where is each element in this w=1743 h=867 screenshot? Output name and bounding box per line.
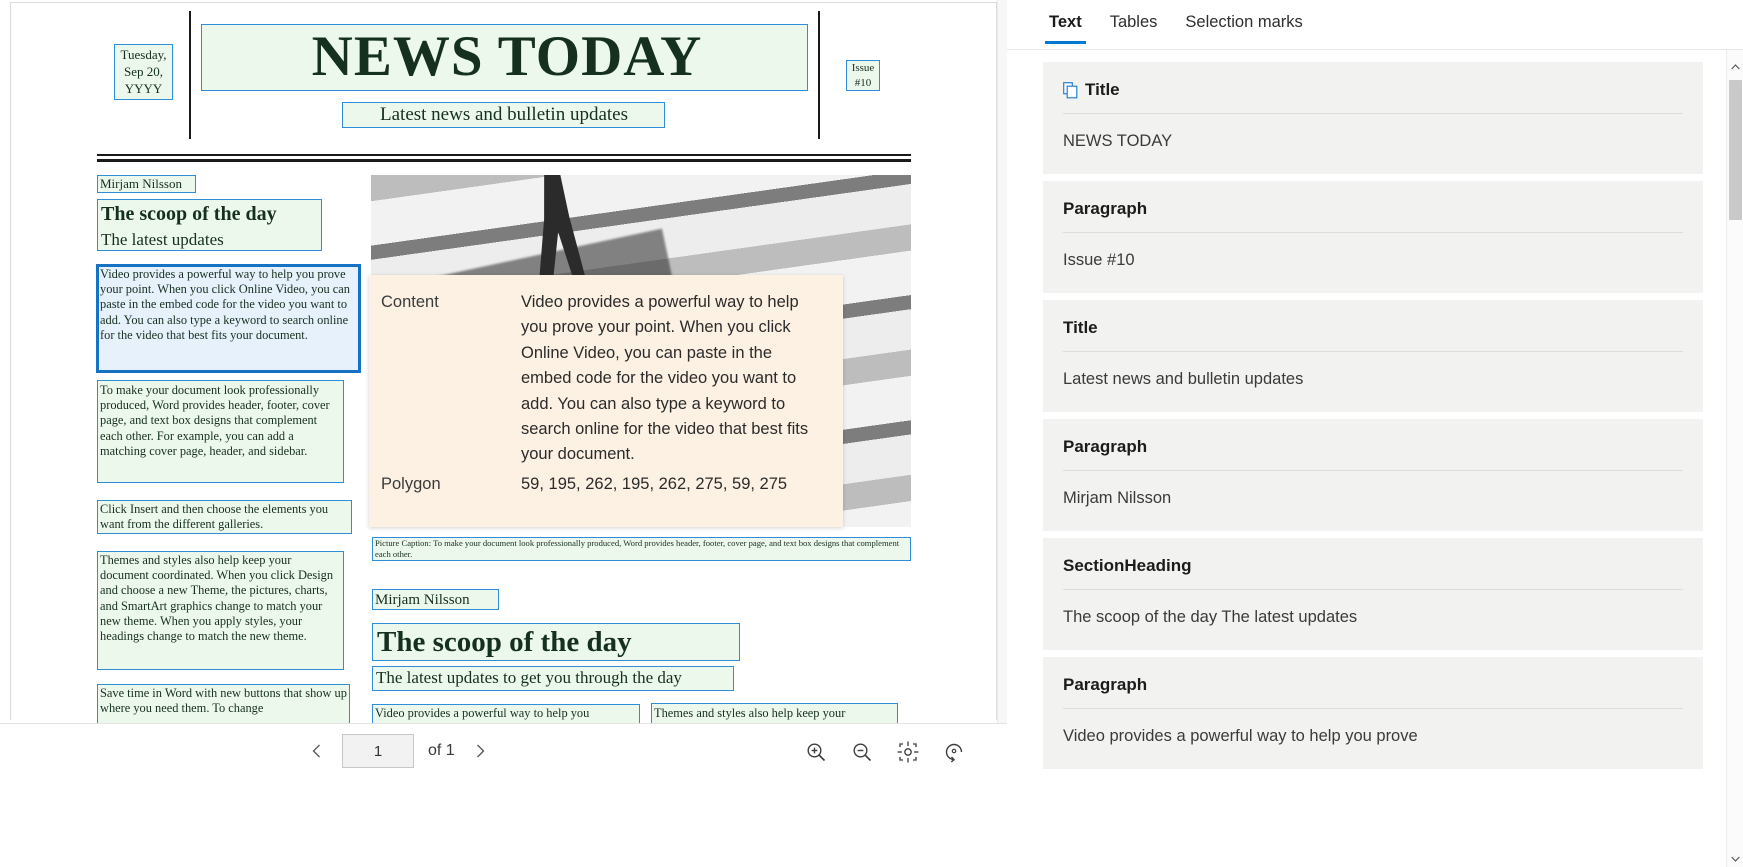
fit-to-page-icon [897,741,919,763]
result-value: NEWS TODAY [1063,132,1173,150]
previous-page-button[interactable] [300,734,334,768]
next-page-button[interactable] [463,734,497,768]
result-value: Latest news and bulletin updates [1063,370,1304,388]
masthead-date: Tuesday, Sep 20, YYYY [120,47,170,96]
masthead-subtitle: Latest news and bulletin updates [380,104,628,125]
zoom-in-icon [807,743,826,762]
left-block-4: Themes and styles also help keep your do… [100,553,337,644]
zoom-controls-group [800,736,970,768]
tab-tables[interactable]: Tables [1096,10,1172,44]
tab-text[interactable]: Text [1035,10,1096,44]
document-page: Tuesday, Sep 20, YYYY NEWS TODAY Issue #… [10,2,998,723]
result-card-header: Paragraph [1063,437,1683,471]
copy-icon[interactable] [1063,81,1078,99]
tooltip-polygon-row: Polygon 59, 195, 262, 195, 262, 275, 59,… [381,472,825,497]
fit-to-page-button[interactable] [892,736,924,768]
result-value: Issue #10 [1063,251,1135,269]
result-card[interactable]: SectionHeading The scoop of the day The … [1043,538,1703,650]
result-card-header: Title [1063,318,1683,352]
picture-caption: Picture Caption: To make your document l… [375,538,902,559]
left-block-5: Save time in Word with new buttons that … [100,686,351,716]
zoom-in-button[interactable] [800,736,832,768]
masthead: Tuesday, Sep 20, YYYY NEWS TODAY Issue #… [11,3,998,162]
result-card-header: SectionHeading [1063,556,1683,590]
left-subheading: The latest updates [101,230,224,249]
scroll-up-arrow-icon[interactable] [1727,58,1743,75]
left-heading: The scoop of the day [101,203,277,225]
masthead-issue: Issue #10 [851,62,878,89]
page-number-input[interactable] [342,734,414,768]
page-count-label: of 1 [428,742,455,759]
result-card[interactable]: Paragraph Issue #10 [1043,181,1703,293]
scroll-down-arrow-icon[interactable] [1727,850,1743,867]
masthead-bottom-rule-1 [97,154,911,156]
result-type-label: Paragraph [1063,675,1148,694]
rotate-icon [945,743,963,763]
document-viewer: Tuesday, Sep 20, YYYY NEWS TODAY Issue #… [0,0,1007,867]
main-byline: Mirjam Nilsson [375,592,470,608]
tab-selection-marks[interactable]: Selection marks [1171,10,1316,44]
app-root: Tuesday, Sep 20, YYYY NEWS TODAY Issue #… [0,0,1743,867]
result-card-header: Title [1063,80,1683,114]
chevron-right-icon [476,744,485,758]
result-value: Video provides a powerful way to help yo… [1063,727,1418,745]
result-card[interactable]: Title NEWS TODAY [1043,62,1703,174]
document-scroll-area[interactable]: Tuesday, Sep 20, YYYY NEWS TODAY Issue #… [0,0,1007,723]
result-type-label: Title [1063,318,1098,337]
ocr-detail-tooltip: Content Video provides a powerful way to… [369,275,843,527]
rotate-button[interactable] [938,736,970,768]
main-subheading: The latest updates to get you through th… [376,668,682,687]
tooltip-content-value: Video provides a powerful way to help yo… [521,293,809,464]
left-block-2: To make your document look professionall… [100,383,333,458]
result-card-header: Paragraph [1063,199,1683,233]
left-byline: Mirjam Nilsson [100,176,182,191]
main-heading: The scoop of the day [377,626,632,658]
tooltip-polygon-label: Polygon [381,474,441,493]
zoom-out-icon [853,743,872,762]
result-card[interactable]: Paragraph Mirjam Nilsson [1043,419,1703,531]
result-type-label: SectionHeading [1063,556,1192,575]
viewer-scrollbar[interactable] [997,0,1007,723]
analysis-panel: Text Tables Selection marks Title NEWS T… [1007,0,1743,867]
chevron-left-icon [312,744,320,758]
result-value: The scoop of the day The latest updates [1063,608,1358,626]
panel-results-list[interactable]: Title NEWS TODAY Paragraph Issue #10 Tit… [1007,50,1743,867]
result-card[interactable]: Paragraph Video provides a powerful way … [1043,657,1703,769]
result-value: Mirjam Nilsson [1063,489,1172,507]
main-block-1: Video provides a powerful way to help yo… [375,706,590,720]
masthead-right-rule [818,11,820,139]
zoom-out-button[interactable] [846,736,878,768]
result-type-label: Title [1085,80,1120,99]
left-block-3: Click Insert and then choose the element… [100,502,332,532]
tooltip-polygon-value: 59, 195, 262, 195, 262, 275, 59, 275 [521,474,788,493]
viewer-toolbar: of 1 [0,723,1007,867]
result-type-label: Paragraph [1063,437,1148,456]
masthead-bottom-rule-2 [97,159,911,162]
masthead-left-rule [189,11,191,139]
tooltip-content-label: Content [381,293,439,311]
page-navigation-group: of 1 [300,734,497,768]
tooltip-content-row: Content Video provides a powerful way to… [381,290,825,468]
main-block-2: Themes and styles also help keep your [654,706,846,720]
panel-tabs: Text Tables Selection marks [1007,0,1743,50]
masthead-title: NEWS TODAY [311,25,703,88]
result-card[interactable]: Title Latest news and bulletin updates [1043,300,1703,412]
result-type-label: Paragraph [1063,199,1148,218]
scrollbar-thumb[interactable] [1729,80,1742,220]
result-card-header: Paragraph [1063,675,1683,709]
left-block-1: Video provides a powerful way to help yo… [100,267,354,342]
panel-scrollbar[interactable] [1726,50,1743,867]
